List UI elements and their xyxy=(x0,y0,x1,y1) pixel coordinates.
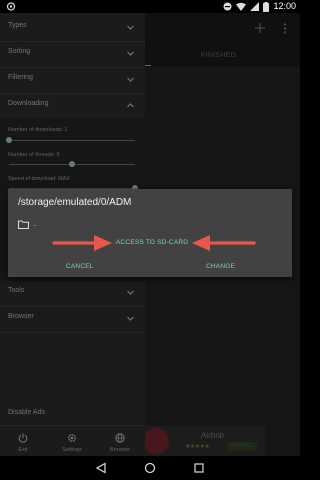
parent-folder-row[interactable]: .. xyxy=(18,217,37,231)
status-bar: 12:00 xyxy=(0,0,300,13)
dialog-path-title: /storage/emulated/0/ADM xyxy=(18,197,132,208)
overflow-menu-icon[interactable] xyxy=(283,23,287,34)
drawer-section-types[interactable]: Types xyxy=(0,16,145,40)
divider xyxy=(0,332,145,333)
power-icon xyxy=(18,433,28,443)
status-icons: 12:00 xyxy=(223,1,296,12)
exit-label: Exit xyxy=(18,447,28,453)
slider-label-threads: Number of threads: 5 xyxy=(8,152,60,158)
drawer-section-downloading[interactable]: Downloading xyxy=(0,94,145,118)
drawer-section-label: Tools xyxy=(8,287,25,294)
storage-path-dialog: /storage/emulated/0/ADM .. ACCESS TO SD-… xyxy=(8,189,292,277)
chevron-down-icon xyxy=(127,77,134,82)
drawer-section-sorting[interactable]: Sorting xyxy=(0,42,145,66)
globe-icon xyxy=(115,433,125,443)
ad-install-button[interactable]: INSTALL xyxy=(227,442,257,451)
slider-label-speed: Speed of download: MAX xyxy=(8,176,71,182)
gear-icon xyxy=(67,433,77,443)
wifi-icon xyxy=(236,2,247,11)
main-toolbar xyxy=(145,13,300,45)
tab-indicator xyxy=(145,65,151,66)
drawer-section-label: Browser xyxy=(8,313,34,320)
cancel-button[interactable]: CANCEL xyxy=(66,263,94,270)
drawer-section-label: Sorting xyxy=(8,48,31,55)
browser-label: Browser xyxy=(109,447,131,453)
ad-title: Airbnb xyxy=(201,431,225,440)
home-icon[interactable] xyxy=(144,462,156,474)
slider-downloads[interactable] xyxy=(6,137,135,143)
dnd-icon xyxy=(223,2,232,11)
drawer-section-tools[interactable]: Tools xyxy=(0,281,145,305)
access-sd-card-button[interactable]: ACCESS TO SD-CARD xyxy=(116,239,188,246)
status-time: 12:00 xyxy=(273,1,296,11)
annotation-arrow-left-icon xyxy=(192,235,256,251)
recents-icon[interactable] xyxy=(193,462,205,474)
back-icon[interactable] xyxy=(95,462,107,474)
chevron-down-icon xyxy=(127,51,134,56)
settings-label: Settings xyxy=(62,447,82,453)
drawer-section-browser[interactable]: Browser xyxy=(0,307,145,331)
folder-icon xyxy=(18,220,29,229)
parent-folder-name: .. xyxy=(33,220,37,228)
slider-label-downloads: Number of downloads: 1 xyxy=(8,127,68,133)
tab-bar: FINISHED xyxy=(145,45,300,67)
battery-icon xyxy=(263,1,270,12)
annotation-arrow-right-icon xyxy=(52,235,112,251)
notification-icon xyxy=(6,2,16,11)
ad-rating: ★★★★★ xyxy=(185,444,210,450)
system-nav-bar xyxy=(0,456,300,480)
chevron-down-icon xyxy=(127,316,134,321)
exit-button[interactable]: Exit xyxy=(3,433,43,453)
airbnb-logo xyxy=(145,428,169,454)
chevron-down-icon xyxy=(127,25,134,30)
settings-button[interactable]: Settings xyxy=(52,433,92,453)
drawer-section-filtering[interactable]: Filtering xyxy=(0,68,145,92)
disable-ads-link[interactable]: Disable Ads xyxy=(8,409,45,416)
ad-banner[interactable]: Airbnb ★★★★★ INSTALL xyxy=(145,426,265,456)
browser-button[interactable]: Browser xyxy=(100,433,140,453)
signal-icon xyxy=(250,2,260,11)
chevron-up-icon xyxy=(127,103,134,108)
chevron-down-icon xyxy=(127,290,134,295)
divider xyxy=(0,425,145,426)
slider-threads[interactable] xyxy=(9,161,135,167)
slider-thumb[interactable] xyxy=(69,161,75,167)
drawer-section-label: Types xyxy=(8,22,27,29)
drawer-section-label: Downloading xyxy=(8,100,49,107)
drawer-section-label: Filtering xyxy=(8,74,33,81)
tab-finished[interactable]: FINISHED xyxy=(201,52,236,59)
slider-thumb[interactable] xyxy=(6,137,12,143)
change-button[interactable]: CHANGE xyxy=(206,263,235,270)
add-icon[interactable] xyxy=(255,23,265,33)
